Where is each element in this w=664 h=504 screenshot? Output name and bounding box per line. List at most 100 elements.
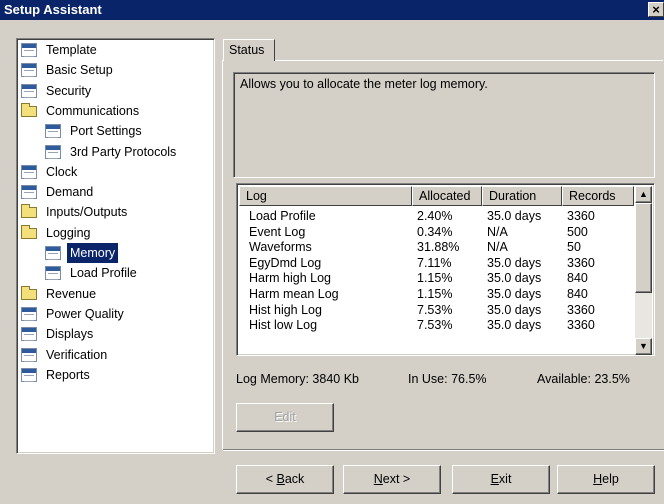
table-row[interactable]: EgyDmd Log 7.11% 35.0 days 3360 [239, 256, 634, 271]
table-row[interactable]: Harm mean Log 1.15% 35.0 days 840 [239, 287, 634, 302]
column-header-duration[interactable]: Duration [482, 186, 562, 206]
column-header-allocated[interactable]: Allocated [412, 186, 482, 206]
tree-item-label: Clock [46, 164, 78, 179]
scroll-thumb[interactable] [635, 203, 652, 293]
folder-icon [21, 204, 37, 219]
edit-button-label: Edit [274, 410, 296, 424]
table-cell: 35.0 days [487, 318, 542, 333]
table-row[interactable]: Hist high Log 7.53% 35.0 days 3360 [239, 303, 634, 318]
table-cell: EgyDmd Log [249, 255, 322, 270]
available-text: Available: 23.5% [537, 372, 630, 386]
document-icon [21, 63, 37, 78]
table-cell: 31.88% [417, 240, 460, 255]
table-cell: Waveforms [249, 240, 312, 255]
table-cell: 1.15% [417, 271, 453, 286]
help-button-suffix: elp [602, 472, 619, 486]
help-button[interactable]: Help [557, 465, 655, 494]
back-button-suffix: ack [284, 472, 305, 486]
table-row[interactable]: Hist low Log 7.53% 35.0 days 3360 [239, 318, 634, 333]
tree-item-label: Verification [46, 347, 108, 362]
column-header-records[interactable]: Records [562, 186, 634, 206]
table-row[interactable]: Load Profile 2.40% 35.0 days 3360 [239, 209, 634, 224]
tree-item-label: Displays [46, 327, 94, 342]
tree-item-label: Inputs/Outputs [46, 205, 128, 220]
close-button[interactable]: × [648, 2, 664, 17]
table-cell: 7.53% [417, 318, 453, 333]
edit-button[interactable]: Edit [236, 403, 334, 432]
tree-item-label: Security [46, 83, 92, 98]
tree-item-label: Revenue [46, 286, 97, 301]
document-icon [21, 327, 37, 342]
title-bar: Setup Assistant × [0, 0, 664, 20]
document-icon [45, 246, 61, 260]
exit-button[interactable]: Exit [452, 465, 550, 494]
table-cell: 2.40% [417, 209, 453, 223]
table-cell: Event Log [249, 224, 306, 239]
next-button-accel: N [373, 472, 383, 486]
log-list[interactable]: Log Allocated Duration Records Load Prof… [236, 183, 655, 356]
folder-icon [21, 224, 37, 239]
tab-status[interactable]: Status [223, 39, 275, 61]
column-header-allocated-label: Allocated [419, 189, 471, 203]
document-icon [45, 266, 61, 281]
table-cell: 840 [567, 271, 588, 286]
table-cell: 840 [567, 287, 588, 301]
folder-icon [21, 102, 37, 117]
next-button-suffix: ext > [382, 472, 411, 486]
window-title: Setup Assistant [4, 2, 102, 17]
table-cell: 7.11% [417, 255, 452, 270]
table-cell: 7.53% [417, 302, 453, 317]
tree-item-label: Reports [46, 367, 90, 382]
document-icon [21, 347, 37, 362]
setup-tree[interactable]: Template Basic Setup Security Communication… [16, 38, 215, 454]
document-icon [21, 164, 37, 179]
document-icon [21, 83, 37, 98]
table-cell: 3360 [567, 302, 595, 317]
arrow-down-icon: ▼ [639, 341, 648, 351]
log-list-header: Log Allocated Duration Records [239, 186, 634, 206]
tree-item-label: Communications [46, 103, 140, 118]
folder-icon [21, 285, 37, 300]
tree-item-label: Logging [46, 225, 91, 240]
tree-item-label: Port Settings [70, 124, 142, 139]
table-cell: 1.15% [417, 287, 453, 301]
table-cell: Harm mean Log [249, 287, 339, 301]
table-cell: 0.34% [417, 224, 453, 239]
tree-item-label: 3rd Party Protocols [70, 144, 177, 159]
tree-item-label: Demand [46, 185, 94, 200]
document-icon [45, 124, 61, 139]
table-cell: 3360 [567, 318, 595, 333]
tree-item-label: Basic Setup [46, 63, 113, 78]
panel-border [222, 60, 223, 450]
tree-item-label: Template [46, 43, 97, 57]
exit-button-accel: E [490, 472, 499, 486]
table-cell: 35.0 days [487, 209, 542, 223]
table-row[interactable]: Waveforms 31.88% N/A 50 [239, 240, 634, 255]
column-header-duration-label: Duration [489, 189, 537, 203]
scroll-down-button[interactable]: ▼ [635, 338, 652, 355]
table-row[interactable]: Event Log 0.34% N/A 500 [239, 225, 634, 240]
tree-item-label: Power Quality [46, 306, 124, 321]
column-header-records-label: Records [569, 189, 616, 203]
table-cell: 35.0 days [487, 255, 542, 270]
button-separator [223, 449, 664, 451]
column-header-log[interactable]: Log [239, 186, 412, 206]
table-cell: Harm high Log [249, 271, 331, 286]
table-cell: Hist high Log [249, 302, 322, 317]
back-button-accel: B [276, 472, 285, 486]
close-icon: × [652, 2, 660, 17]
back-button[interactable]: < Back [236, 465, 334, 494]
table-cell: Load Profile [249, 209, 316, 223]
description-text: Allows you to allocate the meter log mem… [240, 77, 488, 91]
log-list-scrollbar[interactable]: ▲ ▼ [635, 186, 652, 355]
document-icon [21, 43, 37, 57]
table-cell: Hist low Log [249, 318, 318, 333]
table-cell: 3360 [567, 255, 595, 270]
next-button[interactable]: Next > [343, 465, 441, 494]
table-cell: 35.0 days [487, 302, 542, 317]
scroll-up-button[interactable]: ▲ [635, 186, 652, 203]
table-row[interactable]: Harm high Log 1.15% 35.0 days 840 [239, 271, 634, 286]
exit-button-suffix: xit [498, 472, 512, 486]
table-cell: 50 [567, 240, 581, 255]
in-use-text: In Use: 76.5% [408, 372, 487, 386]
